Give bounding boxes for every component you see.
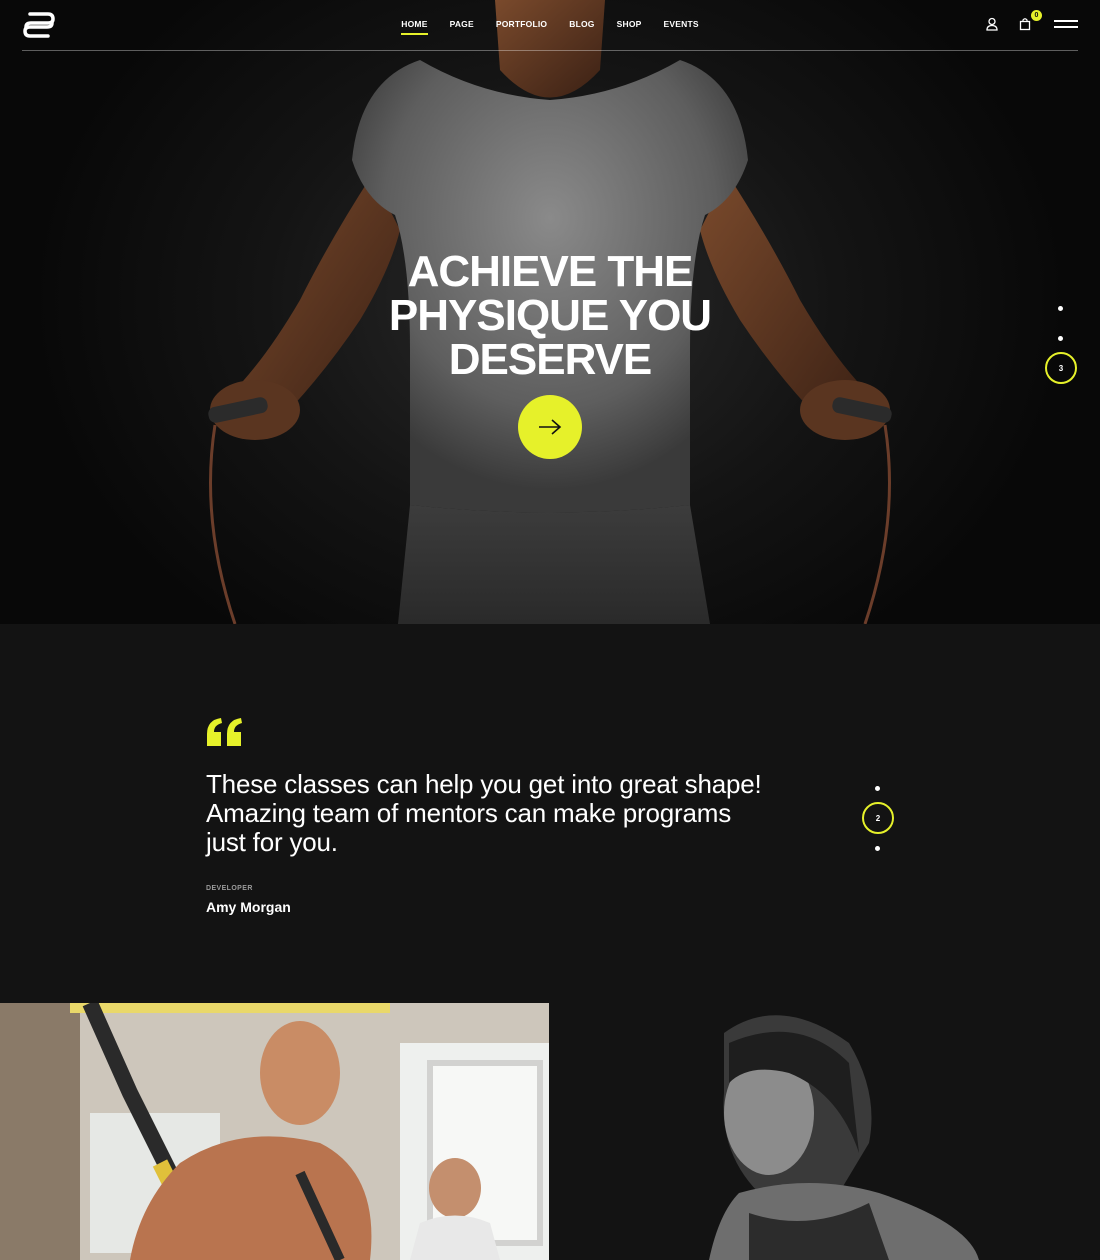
testimonial-slide-dot-1[interactable] (875, 786, 880, 791)
hero-title-line-2: PHYSIQUE YOU (388, 291, 712, 340)
quote-icon (207, 718, 242, 746)
menu-hamburger-icon[interactable] (1054, 20, 1078, 30)
testimonial-slide-dot-active[interactable]: 2 (862, 802, 894, 834)
cart-count-badge: 0 (1031, 10, 1042, 21)
arrow-right-icon (539, 419, 562, 435)
hero-slide-dot-active[interactable]: 3 (1045, 352, 1077, 384)
nav-item-portfolio[interactable]: PORTFOLIO (485, 19, 558, 29)
user-account-icon[interactable] (984, 16, 1000, 32)
header-divider (22, 50, 1078, 51)
nav-item-home[interactable]: HOME (390, 19, 438, 35)
hero-slide-dot-1[interactable] (1058, 306, 1063, 311)
hero-slide-dot-2[interactable] (1058, 336, 1063, 341)
woman-athlete-image (549, 1003, 1100, 1260)
main-nav: HOME PAGE PORTFOLIO BLOG SHOP EVENTS (0, 19, 1100, 35)
nav-item-blog[interactable]: BLOG (558, 19, 605, 29)
nav-item-page[interactable]: PAGE (439, 19, 485, 29)
hero-title-line-1: ACHIEVE THE (407, 247, 694, 296)
site-header: HOME PAGE PORTFOLIO BLOG SHOP EVENTS 0 (0, 0, 1100, 52)
testimonial-quote: These classes can help you get into grea… (206, 769, 762, 857)
hero-title-line-3: DESERVE (448, 335, 653, 384)
nav-item-events[interactable]: EVENTS (653, 19, 710, 29)
gallery-section (0, 1003, 1100, 1260)
hero-section: HOME PAGE PORTFOLIO BLOG SHOP EVENTS 0 A… (0, 0, 1100, 624)
training-man-image (0, 1003, 549, 1260)
testimonial-slide-dot-3[interactable] (875, 846, 880, 851)
testimonial-author-role: DEVELOPER (206, 885, 253, 892)
testimonial-section: These classes can help you get into grea… (0, 624, 1100, 1003)
shopping-bag-icon[interactable] (1017, 16, 1033, 32)
hero-title: ACHIEVE THE PHYSIQUE YOU DESERVE (300, 250, 800, 382)
hero-cta-button[interactable] (518, 395, 582, 459)
testimonial-author-name: Amy Morgan (206, 899, 291, 915)
nav-item-shop[interactable]: SHOP (606, 19, 653, 29)
